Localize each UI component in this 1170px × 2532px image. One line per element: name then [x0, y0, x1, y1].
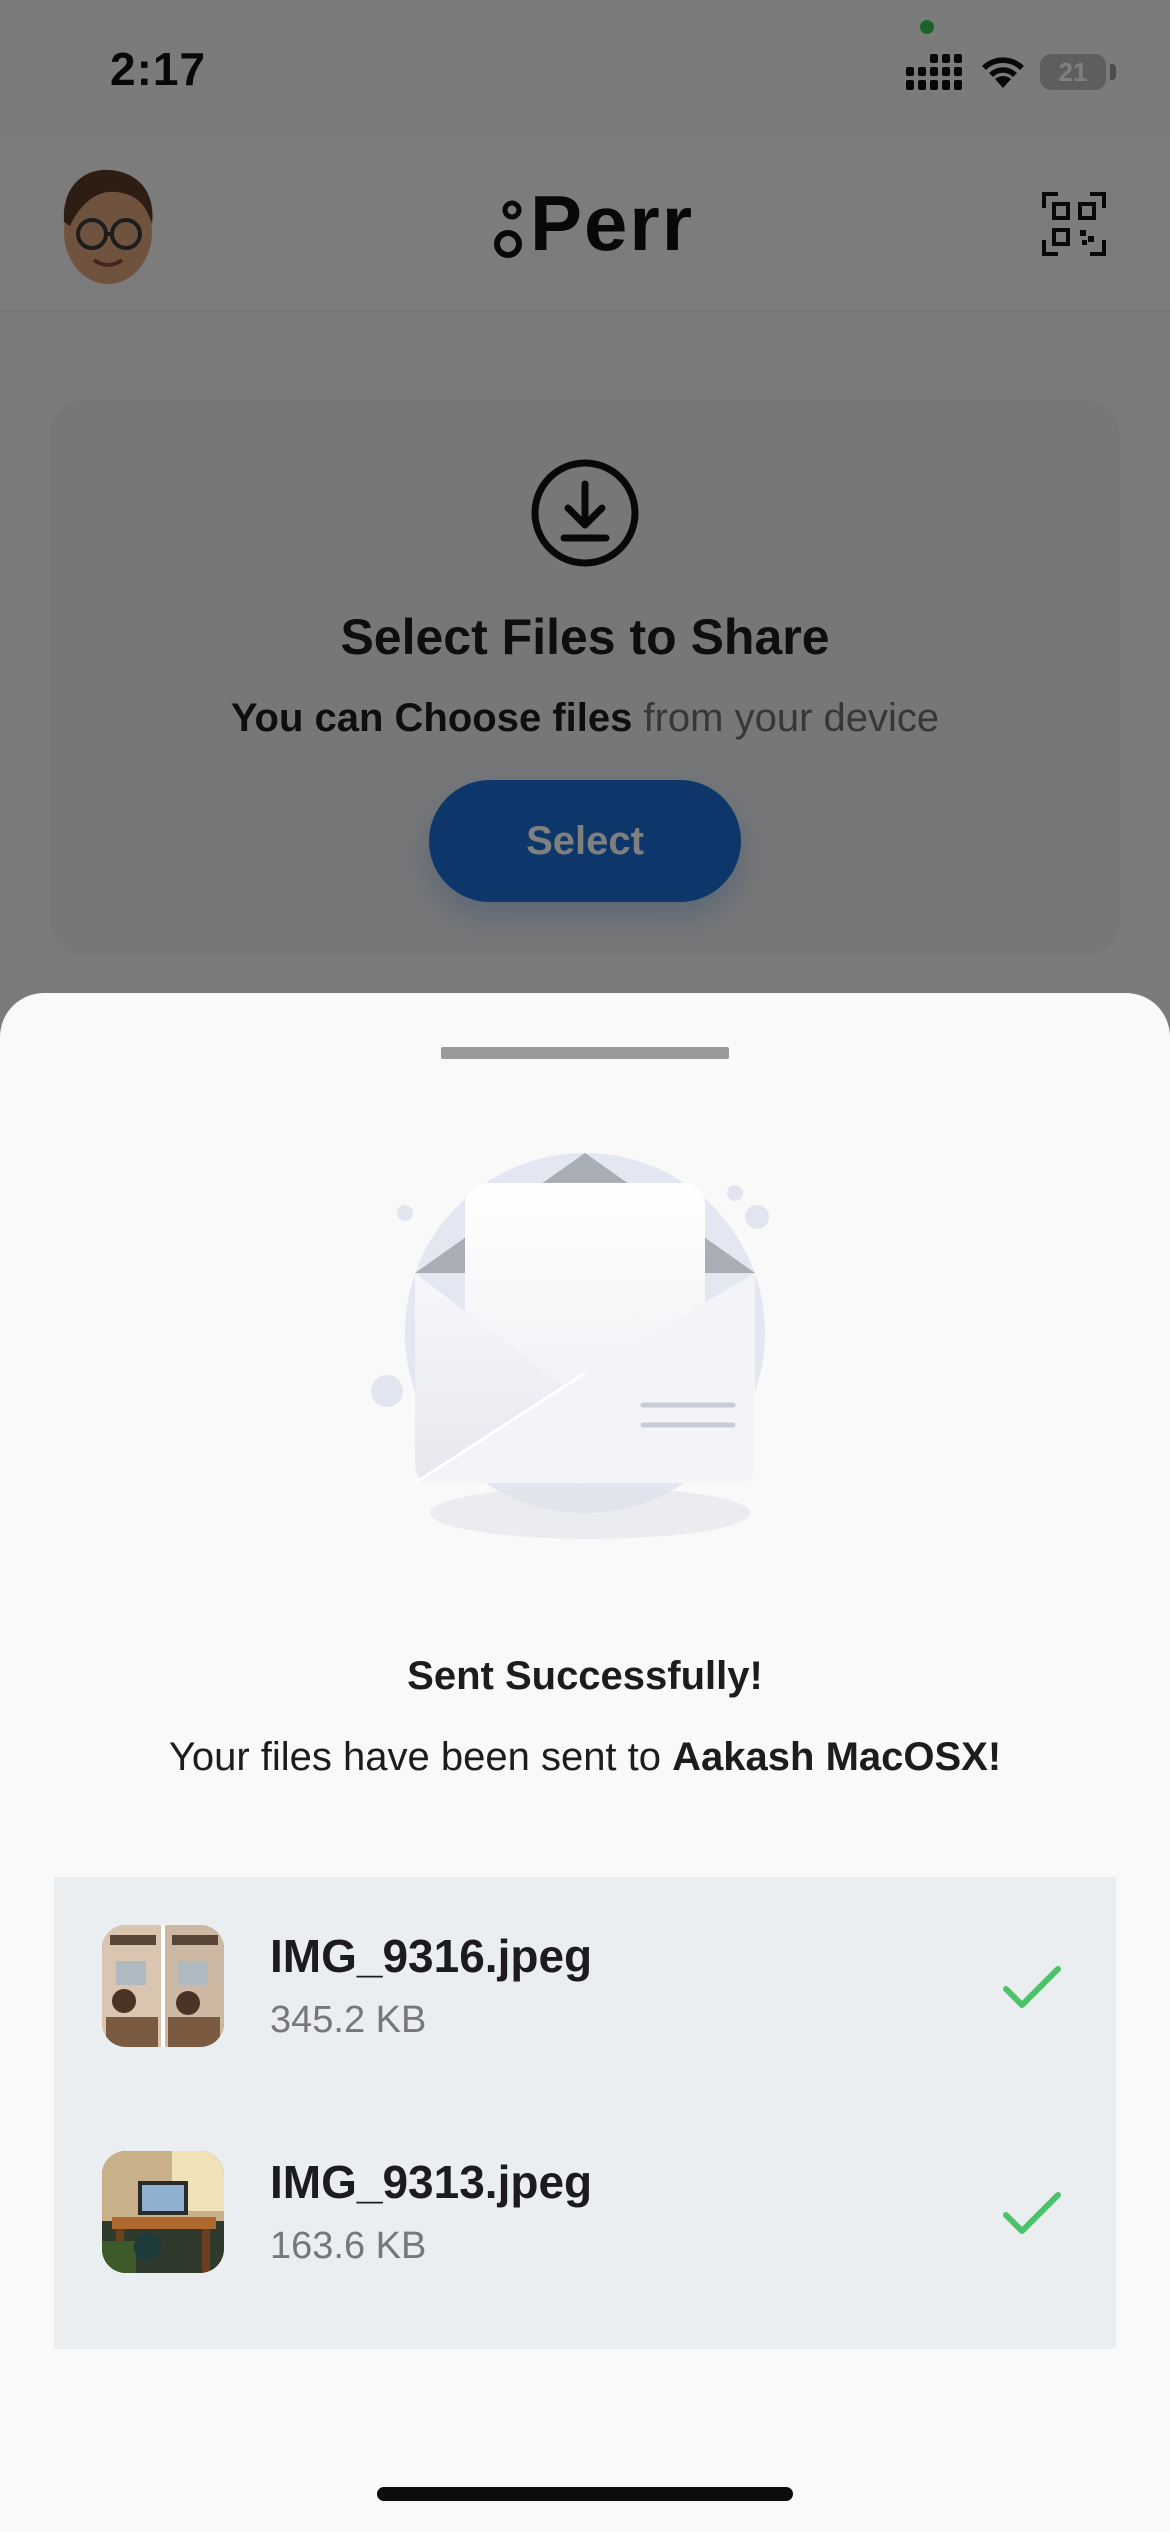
image-thumbnail — [102, 2151, 224, 2273]
open-envelope-illustration — [371, 1153, 769, 1539]
home-indicator[interactable] — [377, 2487, 793, 2501]
sent-message: Your files have been sent to Aakash MacO… — [0, 1735, 1170, 1780]
checkmark-icon — [1003, 1966, 1061, 2008]
file-row[interactable]: IMG_9313.jpeg 163.6 KB — [54, 2103, 1116, 2329]
recipient-name: Aakash MacOSX! — [672, 1735, 1002, 1779]
file-name: IMG_9316.jpeg — [270, 1930, 593, 1982]
sent-file-list: IMG_9316.jpeg 345.2 KB IMG_9313.jpeg 163… — [54, 1877, 1116, 2349]
file-name: IMG_9313.jpeg — [270, 2156, 593, 2208]
file-size: 345.2 KB — [270, 1999, 427, 2041]
checkmark-icon — [1003, 2192, 1061, 2234]
sheet-grabber[interactable] — [441, 1047, 729, 1059]
sent-message-prefix: Your files have been sent to — [168, 1735, 662, 1779]
file-size: 163.6 KB — [270, 2225, 427, 2267]
image-thumbnail — [102, 1925, 224, 2047]
sent-successfully-title: Sent Successfully! — [407, 1654, 763, 1698]
file-row[interactable]: IMG_9316.jpeg 345.2 KB — [54, 1877, 1116, 2103]
sent-success-sheet: Sent Successfully! Your files have been … — [0, 993, 1170, 2532]
